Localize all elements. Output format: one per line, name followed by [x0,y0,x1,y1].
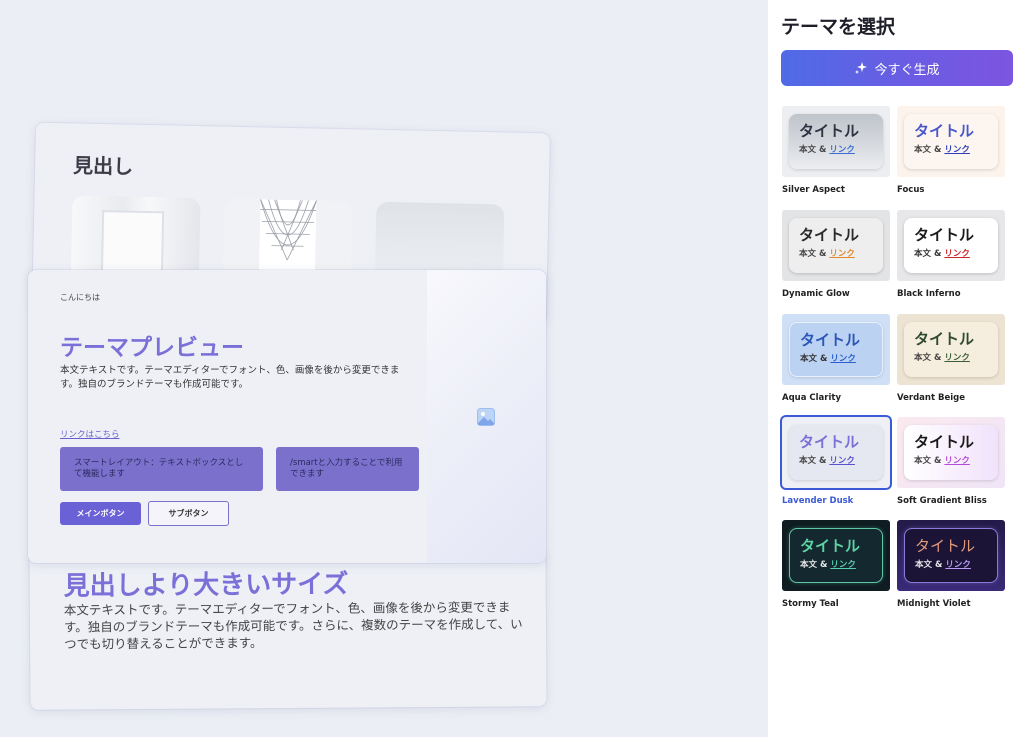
theme-name: Focus [897,185,925,195]
generate-now-label: 今すぐ生成 [874,62,940,78]
theme-name: Stormy Teal [782,599,839,609]
theme-name: Verdant Beige [897,393,965,403]
theme-lavender-dusk[interactable]: タイトル 本文 & リンク Lavender Dusk [780,415,892,506]
theme-focus[interactable]: タイトル 本文 & リンク Focus [897,106,1005,195]
secondary-button[interactable]: サブボタン [148,501,229,526]
theme-aqua-clarity[interactable]: タイトル 本文 & リンク Aqua Clarity [782,314,890,403]
image-placeholder-panel [427,270,546,563]
theme-stormy-teal[interactable]: タイトル 本文 & リンク Stormy Teal [782,520,890,609]
image-placeholder-icon [477,408,495,426]
theme-black-inferno[interactable]: タイトル 本文 & リンク Black Inferno [897,210,1005,299]
theme-preview-stage: 見出し 見出しより大きいサイズ 本文テキストです。テーマエディターでフォント、色… [0,0,768,737]
theme-name: Black Inferno [897,289,961,299]
primary-button[interactable]: メインボタン [60,502,141,525]
theme-soft-gradient-bliss[interactable]: タイトル 本文 & リンク Soft Gradient Bliss [897,417,1005,506]
theme-name: Lavender Dusk [782,496,854,506]
theme-silver-aspect[interactable]: タイトル 本文 & リンク Silver Aspect [782,106,890,195]
theme-sidebar: テーマを選択 今すぐ生成 タイトル 本文 & リンク Silver Aspect… [768,0,1024,737]
smart-command-box: /smartと入力することで利用できます [276,447,419,491]
preview-heading: 見出し [72,153,134,179]
theme-name: Dynamic Glow [782,289,850,299]
sidebar-title: テーマを選択 [781,16,896,38]
generate-now-button[interactable]: 今すぐ生成 [781,50,1013,86]
theme-name: Soft Gradient Bliss [897,496,987,506]
large-heading-body: 本文テキストです。テーマエディターでフォント、色、画像を後から変更できます。独自… [63,599,523,652]
theme-verdant-beige[interactable]: タイトル 本文 & リンク Verdant Beige [897,314,1005,403]
preview-card-main: こんにちは テーマプレビュー 本文テキストです。テーマエディターでフォント、色、… [28,270,546,563]
sparkle-icon [855,62,868,74]
smart-layout-box: スマートレイアウト：テキストボックスとして機能します [60,447,263,491]
large-heading: 見出しより大きいサイズ [63,569,349,602]
preview-link[interactable]: リンクはこちら [60,428,120,440]
theme-name: Midnight Violet [897,599,971,609]
preview-card-large-heading: 見出しより大きいサイズ 本文テキストです。テーマエディターでフォント、色、画像を… [29,550,547,710]
preview-title: テーマプレビュー [60,335,244,361]
preview-body-text: 本文テキストです。テーマエディターでフォント、色、画像を後から変更できます。独自… [60,365,400,390]
theme-name: Silver Aspect [782,185,845,195]
theme-midnight-violet[interactable]: タイトル 本文 & リンク Midnight Violet [897,520,1005,609]
theme-name: Aqua Clarity [782,393,842,403]
theme-dynamic-glow[interactable]: タイトル 本文 & リンク Dynamic Glow [782,210,890,299]
greeting-text: こんにちは [60,293,100,302]
